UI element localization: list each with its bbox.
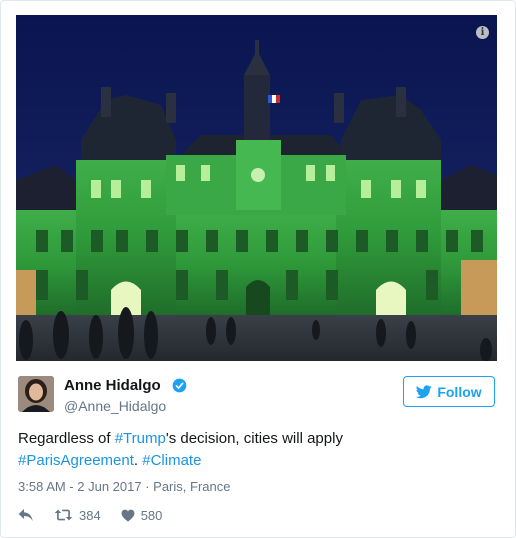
retweet-count: 384 [79, 507, 101, 523]
avatar-photo [18, 376, 54, 412]
meta-separator: · [141, 479, 154, 494]
twitter-bird-icon [416, 384, 433, 398]
tweet-location[interactable]: Paris, France [153, 479, 230, 494]
heart-icon [121, 509, 135, 522]
tweet-text: Regardless of #Trump's decision, cities … [18, 428, 498, 472]
author-name[interactable]: Anne Hidalgo [64, 377, 161, 394]
retweet-button[interactable]: 384 [54, 508, 101, 523]
tweet-timestamp[interactable]: 3:58 AM - 2 Jun 2017 [18, 479, 142, 494]
tweet-actions: 384 580 [18, 506, 162, 524]
reply-icon [18, 509, 33, 521]
tweet-text-part-1: Regardless of [18, 430, 115, 447]
tweet-card: i Anne Hidalgo @Anne_Hidalgo Follow Rega… [0, 0, 516, 538]
tweet-text-part-2: 's decision, cities will apply [165, 430, 343, 447]
like-button[interactable]: 580 [121, 507, 163, 523]
follow-button[interactable]: Follow [403, 376, 495, 407]
hashtag-climate-link[interactable]: #Climate [142, 452, 201, 469]
follow-button-label: Follow [437, 383, 482, 400]
info-icon[interactable]: i [476, 26, 489, 39]
hashtag-parisagreement-link[interactable]: #ParisAgreement [18, 452, 134, 469]
tweet-text-part-3: . [133, 452, 143, 469]
retweet-icon [54, 509, 73, 521]
verified-badge-icon [172, 378, 187, 393]
hotel-de-ville-night-photo [16, 15, 497, 361]
like-count: 580 [140, 507, 163, 523]
tweet-meta: 3:58 AM - 2 Jun 2017 · Paris, France [18, 479, 230, 494]
hashtag-trump-link[interactable]: #Trump [115, 430, 166, 447]
avatar[interactable] [18, 376, 54, 412]
author-handle[interactable]: @Anne_Hidalgo [64, 398, 166, 414]
tweet-photo[interactable]: i [16, 15, 497, 361]
reply-button[interactable] [18, 508, 34, 522]
